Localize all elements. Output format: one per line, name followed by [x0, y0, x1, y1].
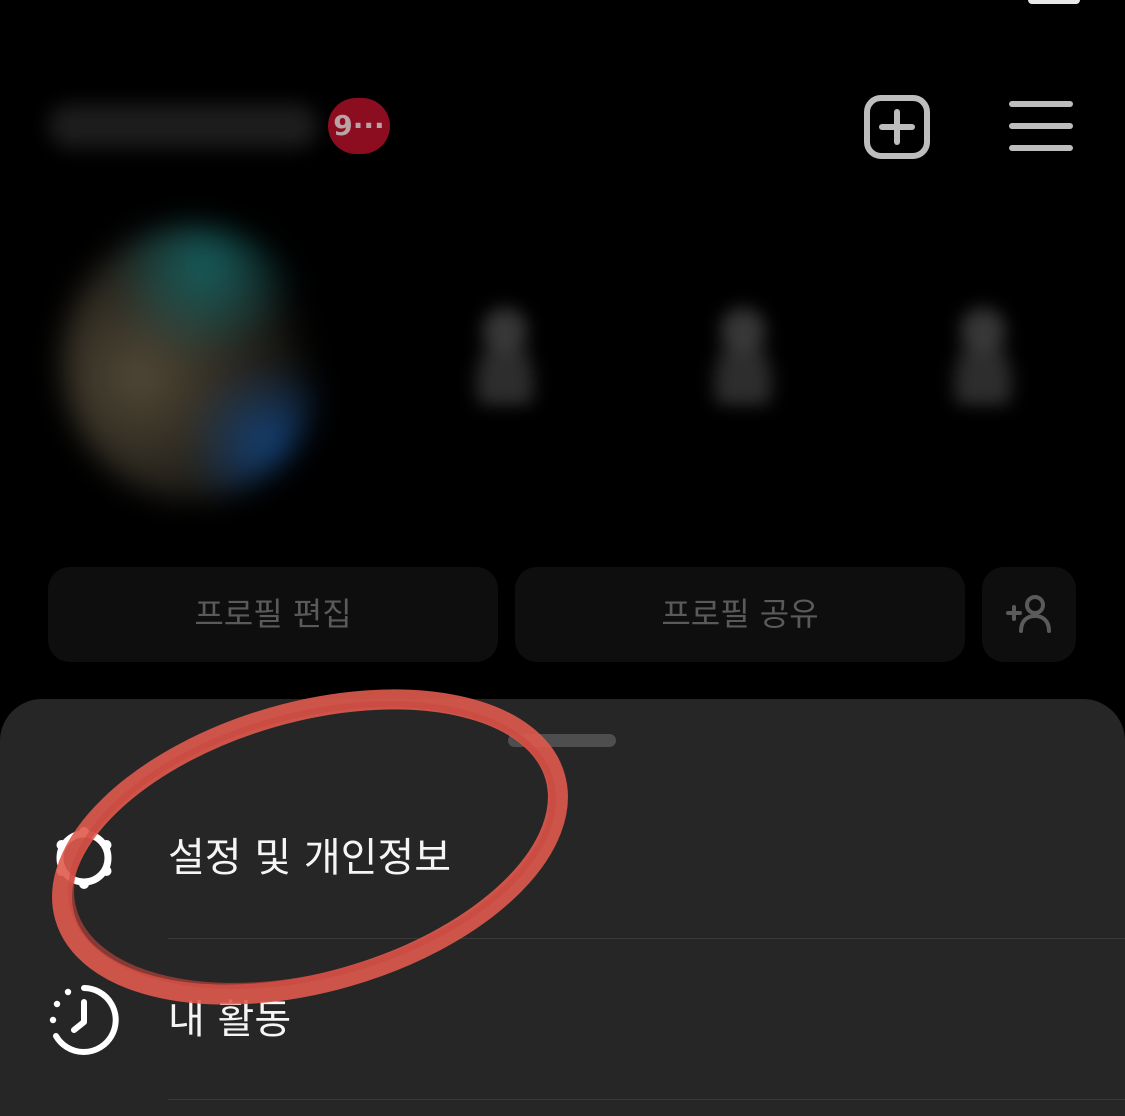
bottom-sheet: 설정 및 개인정보 내 활동 — [0, 699, 1125, 1116]
activity-clock-icon — [49, 985, 119, 1055]
discover-people-button[interactable] — [982, 567, 1076, 662]
settings-privacy-item[interactable]: 설정 및 개인정보 — [0, 777, 1125, 939]
share-profile-button[interactable]: 프로필 공유 — [515, 567, 965, 662]
gear-icon — [56, 827, 112, 889]
status-bar-indicator — [1028, 0, 1080, 4]
avatar[interactable] — [62, 225, 322, 500]
divider — [168, 1099, 1125, 1100]
your-activity-item[interactable]: 내 활동 — [0, 939, 1125, 1101]
hamburger-menu-icon — [1009, 101, 1073, 151]
settings-privacy-label: 설정 및 개인정보 — [168, 835, 452, 881]
stat-posts-blurred[interactable] — [450, 295, 560, 405]
menu-button[interactable] — [1008, 96, 1074, 156]
edit-profile-button[interactable]: 프로필 편집 — [48, 567, 498, 662]
username-blurred[interactable] — [48, 104, 318, 148]
sheet-grabber[interactable] — [508, 734, 616, 747]
notification-badge[interactable]: 9··· — [328, 98, 390, 154]
add-person-icon — [1006, 595, 1051, 633]
stat-following-blurred[interactable] — [928, 295, 1038, 405]
your-activity-label: 내 활동 — [168, 997, 292, 1043]
create-button[interactable] — [863, 94, 931, 160]
stat-followers-blurred[interactable] — [688, 295, 798, 405]
plus-square-icon — [864, 95, 930, 159]
